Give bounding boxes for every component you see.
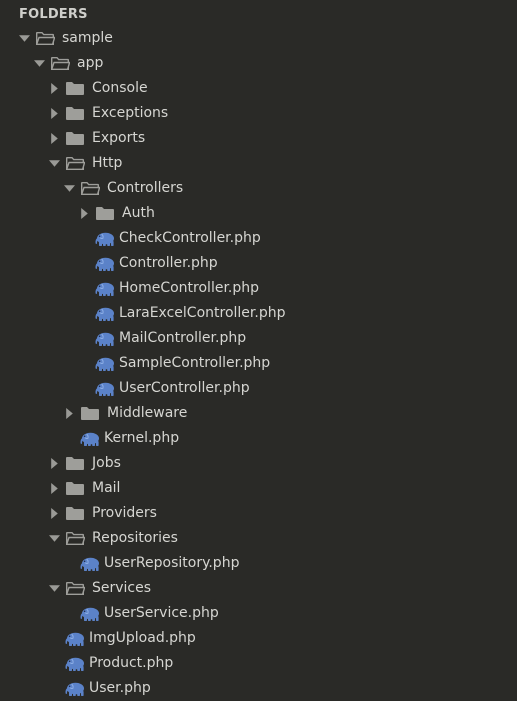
file-kernel-php[interactable]: Kernel.php (0, 426, 517, 451)
tree-item-label: Controllers (107, 180, 184, 196)
tree-item-label: Controller.php (119, 255, 218, 271)
file-mailcontroller-php[interactable]: MailController.php (0, 326, 517, 351)
tree-item-label: Exports (92, 130, 146, 146)
file-checkcontroller-php[interactable]: CheckController.php (0, 226, 517, 251)
file-homecontroller-php[interactable]: HomeController.php (0, 276, 517, 301)
tree-item-label: UserRepository.php (104, 555, 240, 571)
folder-jobs[interactable]: Jobs (0, 451, 517, 476)
folder-http[interactable]: Http (0, 151, 517, 176)
file-userrepository-php[interactable]: UserRepository.php (0, 551, 517, 576)
tree-item-label: UserController.php (119, 380, 250, 396)
tree-item-label: Providers (92, 505, 157, 521)
tree-item-label: User.php (89, 680, 151, 696)
folder-providers[interactable]: Providers (0, 501, 517, 526)
tree-item-label: Console (92, 80, 148, 96)
folders-sidebar: FOLDERS sample app Console Exceptions Export… (0, 0, 517, 700)
tree-item-label: HomeController.php (119, 280, 260, 296)
folder-repositories[interactable]: Repositories (0, 526, 517, 551)
folder-app[interactable]: app (0, 51, 517, 76)
file-imgupload-php[interactable]: ImgUpload.php (0, 626, 517, 651)
tree-item-label: SampleController.php (119, 355, 271, 371)
tree-item-label: Repositories (92, 530, 178, 546)
tree-item-label: app (77, 55, 104, 71)
file-product-php[interactable]: Product.php (0, 651, 517, 676)
tree-item-label: Mail (92, 480, 121, 496)
tree-item-label: Services (92, 580, 152, 596)
file-user-php[interactable]: User.php (0, 676, 517, 701)
file-userservice-php[interactable]: UserService.php (0, 601, 517, 626)
file-laraexcelcontroller-php[interactable]: LaraExcelController.php (0, 301, 517, 326)
tree-item-label: sample (62, 30, 113, 46)
tree-item-label: Jobs (92, 455, 121, 471)
folders-header: FOLDERS (19, 7, 88, 22)
file-samplecontroller-php[interactable]: SampleController.php (0, 351, 517, 376)
folder-sample[interactable]: sample (0, 26, 517, 51)
folder-mail[interactable]: Mail (0, 476, 517, 501)
folder-auth[interactable]: Auth (0, 201, 517, 226)
tree-item-label: Exceptions (92, 105, 169, 121)
file-controller-php[interactable]: Controller.php (0, 251, 517, 276)
folder-controllers[interactable]: Controllers (0, 176, 517, 201)
tree-item-label: MailController.php (119, 330, 247, 346)
tree-item-label: Middleware (107, 405, 188, 421)
file-usercontroller-php[interactable]: UserController.php (0, 376, 517, 401)
tree-item-label: Product.php (89, 655, 174, 671)
folder-middleware[interactable]: Middleware (0, 401, 517, 426)
tree-item-label: UserService.php (104, 605, 219, 621)
folder-services[interactable]: Services (0, 576, 517, 601)
tree-item-label: Http (92, 155, 123, 171)
folder-console[interactable]: Console (0, 76, 517, 101)
tree-item-label: CheckController.php (119, 230, 261, 246)
folder-exceptions[interactable]: Exceptions (0, 101, 517, 126)
folder-exports[interactable]: Exports (0, 126, 517, 151)
tree-item-label: LaraExcelController.php (119, 305, 286, 321)
tree-item-label: Auth (122, 205, 155, 221)
tree-item-label: ImgUpload.php (89, 630, 196, 646)
tree-item-label: Kernel.php (104, 430, 180, 446)
